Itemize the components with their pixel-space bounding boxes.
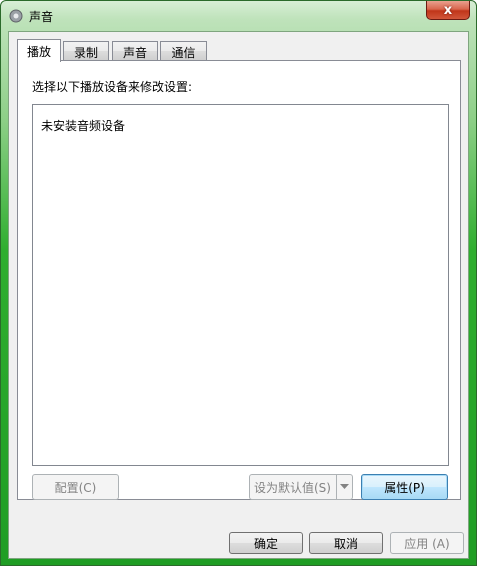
set-default-button[interactable]: 设为默认值(S) xyxy=(249,474,353,500)
tab-sounds[interactable]: 声音 xyxy=(112,41,158,60)
playback-panel: 选择以下播放设备来修改设置: 未安装音频设备 配置(C) 设为默认值(S) 属性… xyxy=(17,60,461,500)
set-default-label: 设为默认值(S) xyxy=(254,480,331,495)
device-list[interactable]: 未安装音频设备 xyxy=(32,104,449,466)
title-bar[interactable]: 声音 x xyxy=(1,1,476,31)
set-default-dropdown[interactable] xyxy=(336,475,352,499)
speaker-icon xyxy=(9,9,23,23)
configure-button[interactable]: 配置(C) xyxy=(32,474,119,500)
sound-dialog-window: 声音 x 播放 录制 声音 通信 选择以下播放设备来修改设置: 未安装音频设备 … xyxy=(0,0,477,566)
tab-recording[interactable]: 录制 xyxy=(63,41,109,60)
properties-button[interactable]: 属性(P) xyxy=(361,474,448,500)
ok-button[interactable]: 确定 xyxy=(229,532,303,554)
dialog-client-area: 播放 录制 声音 通信 选择以下播放设备来修改设置: 未安装音频设备 配置(C)… xyxy=(8,31,469,559)
chevron-down-icon xyxy=(340,484,349,489)
tab-strip: 播放 录制 声音 通信 xyxy=(17,39,217,62)
tab-communications[interactable]: 通信 xyxy=(160,41,207,60)
close-icon: x xyxy=(443,2,453,18)
window-title: 声音 xyxy=(29,10,54,24)
apply-button[interactable]: 应用 (A) xyxy=(390,532,464,554)
instruction-label: 选择以下播放设备来修改设置: xyxy=(32,80,193,94)
cancel-button[interactable]: 取消 xyxy=(309,532,383,554)
tab-playback[interactable]: 播放 xyxy=(17,39,61,62)
close-button[interactable]: x xyxy=(426,1,470,20)
empty-device-message: 未安装音频设备 xyxy=(41,119,126,133)
